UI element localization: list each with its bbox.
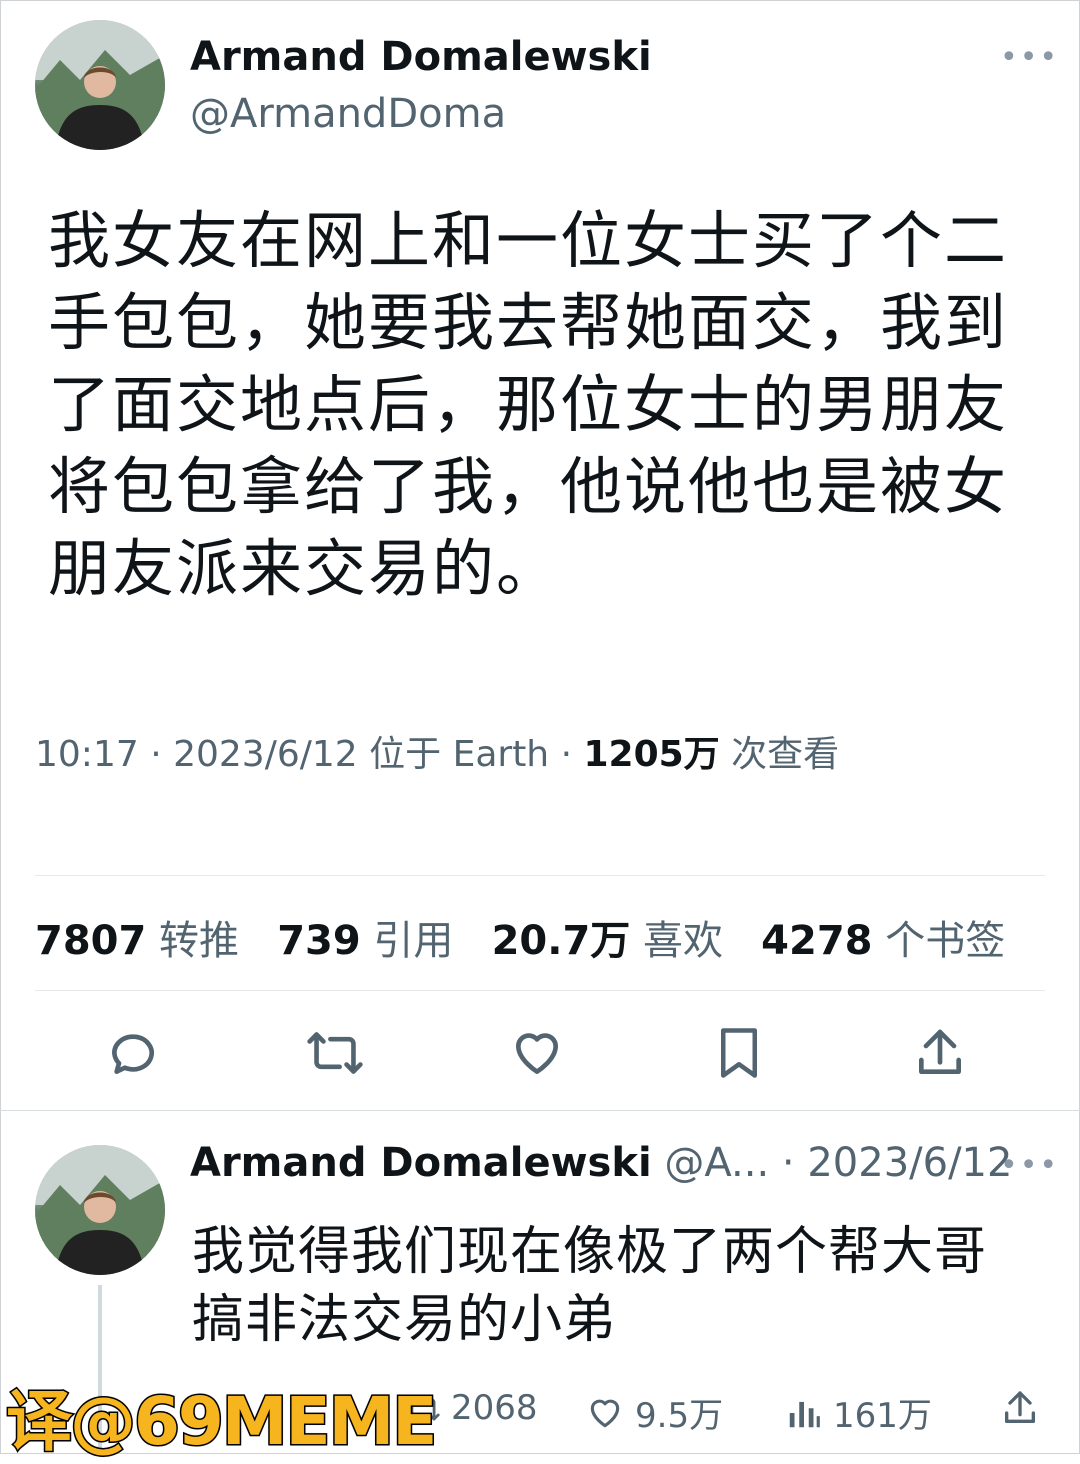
divider bbox=[35, 990, 1045, 991]
meta-separator: · bbox=[560, 734, 584, 775]
reply-header: Armand Domalewski @A... · 2023/6/12 bbox=[190, 1140, 1012, 1186]
stat-likes[interactable]: 20.7万 喜欢 bbox=[492, 918, 723, 964]
share-icon bbox=[1005, 1391, 1035, 1423]
like-icon[interactable] bbox=[508, 1025, 566, 1085]
stat-retweets[interactable]: 7807 转推 bbox=[35, 918, 239, 964]
reply-avatar[interactable] bbox=[35, 1145, 165, 1275]
author-name[interactable]: Armand Domalewski bbox=[190, 33, 652, 81]
divider bbox=[0, 1110, 1080, 1111]
reply-author-name[interactable]: Armand Domalewski bbox=[190, 1140, 652, 1186]
engagement-stats: 7807 转推 739 引用 20.7万 喜欢 4278 个书签 bbox=[35, 908, 1005, 966]
reply-views-action[interactable]: 161万 bbox=[785, 1388, 932, 1437]
more-options-icon[interactable]: ••• bbox=[1000, 40, 1059, 75]
meta-separator: · bbox=[781, 1140, 795, 1186]
stat-bookmarks[interactable]: 4278 个书签 bbox=[761, 918, 1005, 964]
tweet-text: 我女友在网上和一位女士买了个二手包包，她要我去帮她面交，我到了面交地点后，那位女… bbox=[48, 204, 1009, 605]
stat-quotes[interactable]: 739 引用 bbox=[277, 918, 453, 964]
reply-author-handle[interactable]: @A... bbox=[664, 1140, 769, 1186]
meta-separator: · bbox=[150, 734, 174, 775]
reply-date[interactable]: 2023/6/12 bbox=[807, 1140, 1012, 1186]
tweet-time[interactable]: 10:17 bbox=[35, 734, 139, 775]
reply-view-count: 161万 bbox=[833, 1396, 932, 1436]
share-icon[interactable] bbox=[912, 1025, 968, 1085]
reply-like-action[interactable]: 9.5万 bbox=[585, 1388, 723, 1437]
view-label: 次查看 bbox=[731, 734, 840, 775]
reply-retweet-count: 2068 bbox=[451, 1388, 538, 1428]
bookmark-icon[interactable] bbox=[712, 1025, 766, 1085]
reply-like-count: 9.5万 bbox=[635, 1396, 724, 1436]
divider bbox=[35, 875, 1045, 876]
view-count: 1205万 bbox=[583, 734, 720, 775]
reply-more-options-icon[interactable]: ••• bbox=[1000, 1148, 1059, 1183]
reply-icon[interactable] bbox=[105, 1025, 161, 1085]
reply-text: 我觉得我们现在像极了两个帮大哥搞非法交易的小弟 bbox=[192, 1222, 988, 1350]
tweet-date[interactable]: 2023/6/12 bbox=[173, 734, 358, 775]
reply-share-action[interactable] bbox=[1000, 1388, 1040, 1428]
author-handle[interactable]: @ArmandDoma bbox=[190, 90, 506, 138]
like-icon bbox=[590, 1399, 620, 1427]
retweet-icon[interactable] bbox=[305, 1025, 365, 1085]
watermark: 译@69MEME bbox=[4, 1382, 438, 1462]
views-icon bbox=[789, 1401, 820, 1427]
tweet-meta: 10:17 · 2023/6/12 位于 Earth · 1205万 次查看 bbox=[35, 725, 839, 777]
avatar[interactable] bbox=[35, 20, 165, 150]
tweet-location: 位于 Earth bbox=[369, 734, 550, 775]
